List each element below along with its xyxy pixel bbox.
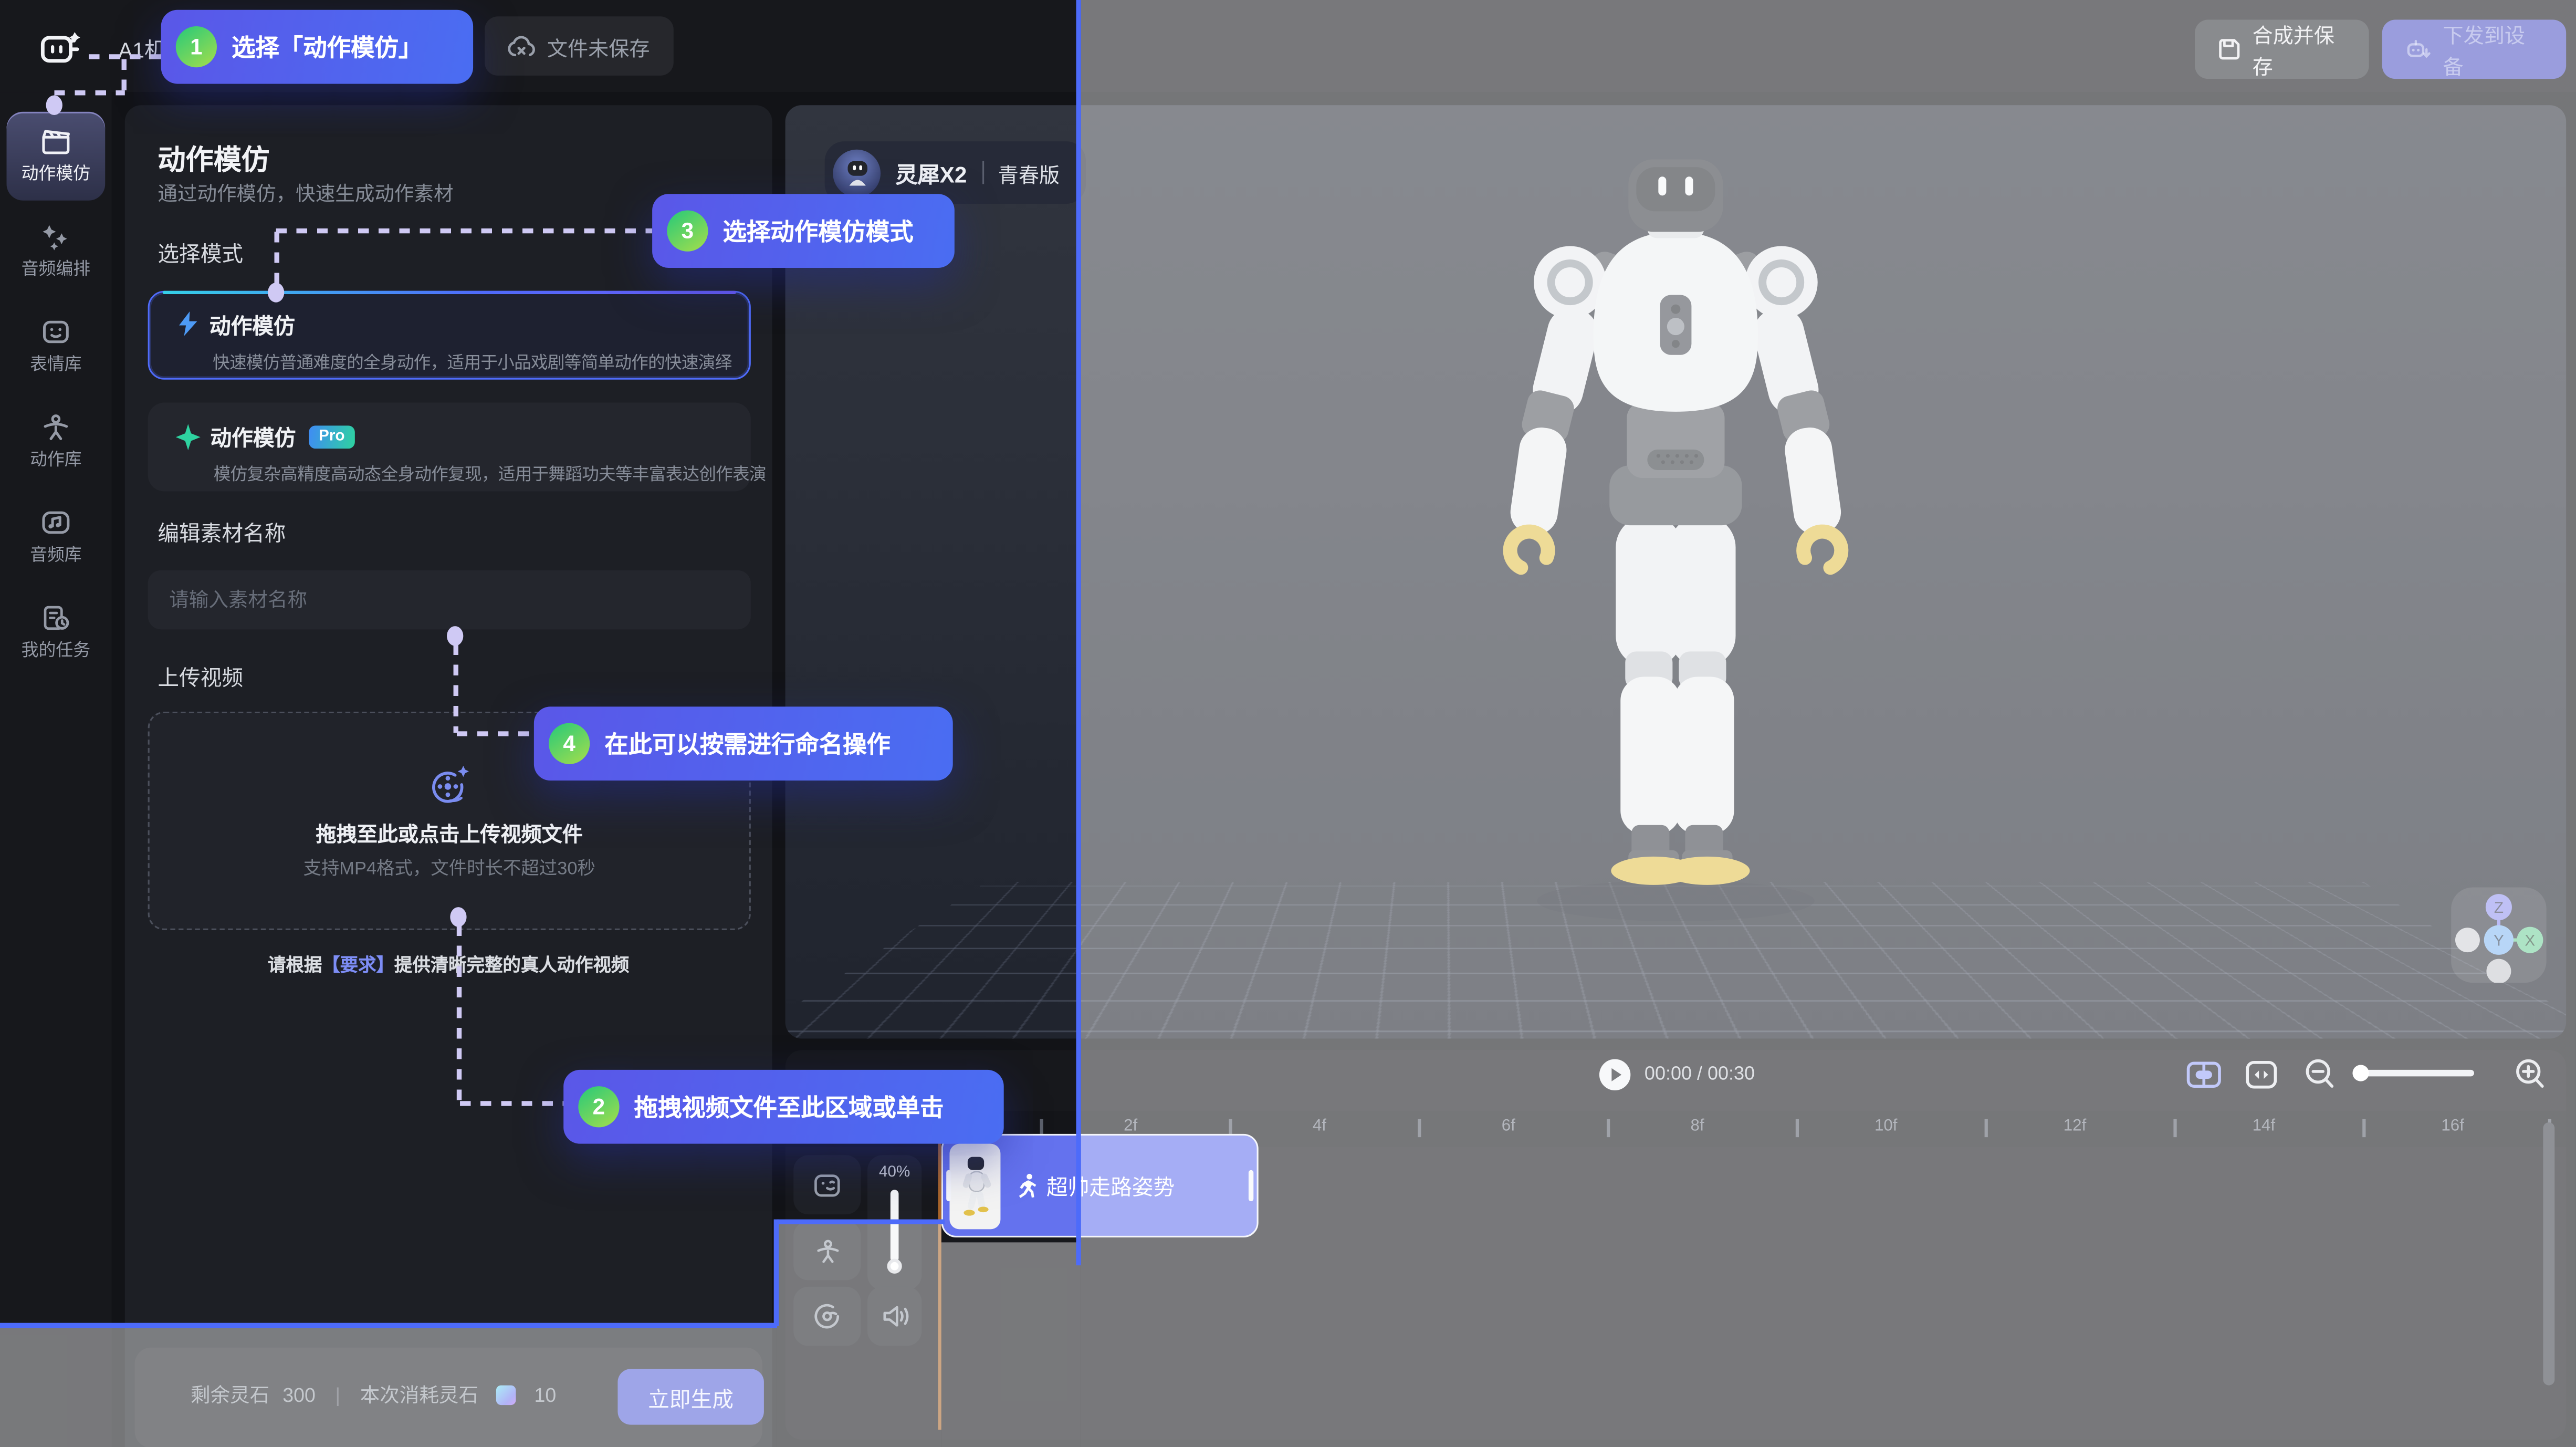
sidebar-item-audio-arrange[interactable]: 音频编排 xyxy=(7,207,106,296)
connector-step1-dot xyxy=(46,95,62,115)
connector-step4-dot xyxy=(447,626,463,646)
star-icon xyxy=(176,423,201,450)
connector-step1-h2 xyxy=(54,90,125,95)
sidebar-label: 音频库 xyxy=(30,543,82,567)
sidebar-label: 动作库 xyxy=(30,447,82,472)
runner-icon xyxy=(1015,1173,1037,1198)
track-zoom-value: 40% xyxy=(879,1163,910,1181)
connector-step3-h xyxy=(276,228,652,233)
requirement-note: 请根据【要求】提供清晰完整的真人动作视频 xyxy=(125,952,772,978)
sidebar: 动作模仿 音频编排 表情库 xyxy=(0,92,112,1447)
highlight-border-step-h xyxy=(777,1220,945,1224)
step-text: 在此可以按需进行命名操作 xyxy=(604,726,890,761)
clapperboard-icon xyxy=(39,127,72,156)
person-icon xyxy=(39,412,72,442)
sidebar-item-motion-library[interactable]: 动作库 xyxy=(7,398,106,486)
highlight-border-bottom xyxy=(0,1323,777,1328)
sidebar-item-motion-mimic[interactable]: 动作模仿 xyxy=(7,112,106,201)
pro-badge: Pro xyxy=(309,425,354,448)
sidebar-label: 动作模仿 xyxy=(22,161,90,186)
step-text: 选择动作模仿模式 xyxy=(723,214,914,248)
robot-avatar xyxy=(833,149,881,196)
robot-edition: 青春版 xyxy=(998,157,1060,188)
connector-step2-h xyxy=(460,1101,563,1105)
panel-title: 动作模仿 xyxy=(158,137,269,178)
mode-name: 动作模仿 xyxy=(210,421,296,452)
note-suffix: 提供清晰完整的真人动作视频 xyxy=(394,956,629,976)
tutorial-step-3: 3 选择动作模仿模式 xyxy=(652,194,955,268)
file-status-button[interactable]: 文件未保存 xyxy=(485,16,673,76)
clip-thumbnail xyxy=(949,1143,1000,1229)
connector-step3-dot xyxy=(268,283,284,303)
chip-divider xyxy=(982,161,983,184)
sparkles-icon xyxy=(39,222,72,251)
mode-card-standard[interactable]: 动作模仿 快速模仿普通难度的全身动作，适用于小品戏剧等简单动作的快速演绎 xyxy=(148,291,751,380)
tutorial-step-4: 4 在此可以按需进行命名操作 xyxy=(534,706,953,780)
connector-step4-h xyxy=(457,731,537,735)
dim-overlay-bottom-left xyxy=(0,1326,777,1447)
connector-step2-dot xyxy=(450,907,466,927)
dim-overlay-right xyxy=(1081,0,2576,1447)
note-prefix: 请根据 xyxy=(268,956,322,976)
sidebar-item-my-tasks[interactable]: 我的任务 xyxy=(7,588,106,677)
app-window: A1机 文件未保存 合成并保存 xyxy=(0,0,2576,1447)
material-name-input[interactable] xyxy=(148,570,751,630)
robot-name: 灵犀X2 xyxy=(895,156,967,189)
panel-subtitle: 通过动作模仿，快速生成动作素材 xyxy=(158,179,453,207)
step-text: 拖拽视频文件至此区域或单击 xyxy=(634,1089,944,1124)
sidebar-label: 音频编排 xyxy=(22,256,90,281)
file-status-label: 文件未保存 xyxy=(547,30,650,61)
tutorial-step-2: 2 拖拽视频文件至此区域或单击 xyxy=(563,1070,1004,1144)
robot-face-icon xyxy=(39,317,72,347)
film-upload-icon xyxy=(426,762,473,804)
step-number: 3 xyxy=(667,210,708,251)
mode-select-label: 选择模式 xyxy=(158,237,243,268)
expression-track-button[interactable] xyxy=(793,1155,861,1215)
tutorial-step-1: 1 选择「动作模仿」 xyxy=(161,10,473,84)
mode-desc: 快速模仿普通难度的全身动作，适用于小品戏剧等简单动作的快速演绎 xyxy=(213,348,728,372)
music-note-icon xyxy=(39,508,72,537)
step-number: 2 xyxy=(578,1086,619,1127)
clip-left-handle[interactable] xyxy=(946,1170,951,1201)
dim-overlay-bottom-mid2 xyxy=(941,1242,1081,1447)
app-logo-icon[interactable] xyxy=(39,26,83,69)
requirement-link[interactable]: 【要求】 xyxy=(322,956,394,976)
upload-video-label: 上传视频 xyxy=(158,661,243,692)
connector-step3-v xyxy=(275,232,279,287)
cloud-unsaved-icon xyxy=(508,35,536,58)
mode-card-pro[interactable]: 动作模仿 Pro 模仿复杂高精度高动态全身动作复现，适用于舞蹈功夫等丰富表达创作… xyxy=(148,403,751,492)
dropzone-hint: 支持MP4格式，文件时长不超过30秒 xyxy=(303,853,595,880)
lightning-icon xyxy=(175,310,200,337)
highlight-border-step-v xyxy=(774,1220,779,1326)
connector-step1-h xyxy=(89,54,164,58)
mode-name: 动作模仿 xyxy=(210,308,295,339)
sidebar-item-expression-library[interactable]: 表情库 xyxy=(7,303,106,391)
material-name-label: 编辑素材名称 xyxy=(158,516,286,547)
mode-desc: 模仿复杂高精度高动态全身动作复现，适用于舞蹈功夫等丰富表达创作表演 xyxy=(214,460,728,485)
sidebar-label: 表情库 xyxy=(30,352,82,377)
step-number: 4 xyxy=(549,723,590,764)
dropzone-title: 拖拽至此或点击上传视频文件 xyxy=(316,816,582,847)
step-number: 1 xyxy=(176,26,217,67)
sidebar-item-audio-library[interactable]: 音频库 xyxy=(7,493,106,582)
connector-step4-v xyxy=(454,644,458,733)
connector-step2-v xyxy=(457,925,461,1103)
sidebar-label: 我的任务 xyxy=(22,638,90,662)
connector-step1-v xyxy=(122,59,126,92)
step-text: 选择「动作模仿」 xyxy=(232,29,422,64)
task-list-icon xyxy=(39,603,72,632)
highlight-border-right xyxy=(1076,0,1081,1265)
dim-overlay-bottom-mid xyxy=(777,1223,941,1447)
